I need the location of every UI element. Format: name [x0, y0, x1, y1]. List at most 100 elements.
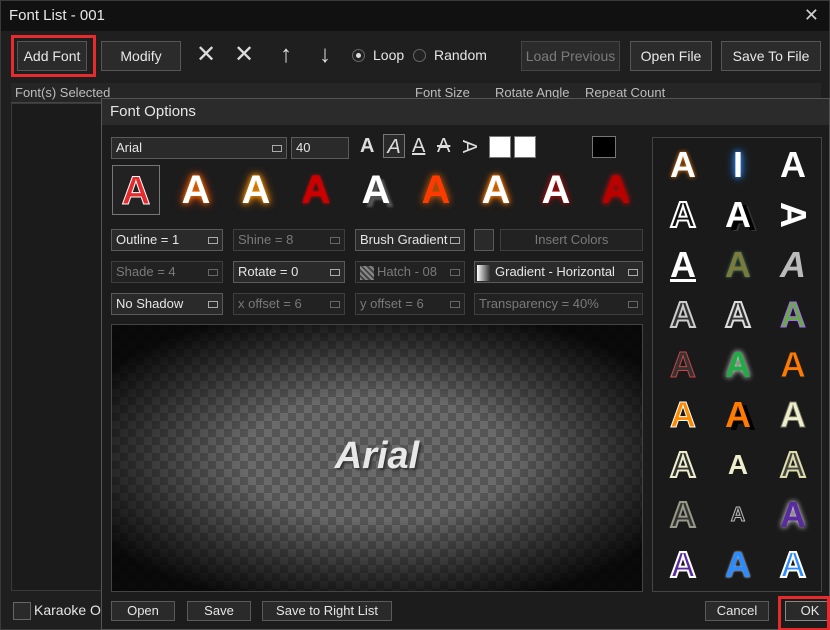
dropdown-icon: [208, 237, 218, 244]
style-item[interactable]: A: [658, 190, 708, 240]
style-item[interactable]: A: [768, 540, 818, 590]
sample-style-6[interactable]: A: [412, 165, 460, 215]
save-button[interactable]: Save: [187, 601, 251, 621]
style-item[interactable]: A: [658, 340, 708, 390]
font-name-select[interactable]: Arial: [111, 137, 287, 159]
style-item[interactable]: A: [768, 490, 818, 540]
style-item[interactable]: A: [768, 440, 818, 490]
style-item[interactable]: A: [658, 440, 708, 490]
sample-style-3[interactable]: A: [232, 165, 280, 215]
style-item[interactable]: A: [658, 290, 708, 340]
close-icon[interactable]: ✕: [804, 5, 819, 26]
dropdown-icon: [628, 269, 638, 276]
sample-style-9[interactable]: A: [592, 165, 640, 215]
style-item[interactable]: A: [658, 490, 708, 540]
bold-icon[interactable]: A: [360, 135, 374, 158]
dropdown-icon: [450, 237, 460, 244]
shadow-select[interactable]: No Shadow: [111, 293, 223, 315]
insert-colors-button[interactable]: Insert Colors: [500, 229, 643, 251]
random-radio[interactable]: [413, 49, 426, 62]
sample-style-7[interactable]: A: [472, 165, 520, 215]
sample-style-8[interactable]: A: [532, 165, 580, 215]
load-previous-button[interactable]: Load Previous: [521, 41, 620, 71]
open-button[interactable]: Open: [111, 601, 175, 621]
shine-value: Shine = 8: [238, 232, 294, 247]
style-item[interactable]: A: [658, 240, 708, 290]
save-to-file-button[interactable]: Save To File: [721, 41, 821, 71]
brush-color-swatch[interactable]: [474, 229, 494, 251]
sample-style-1[interactable]: A: [112, 165, 160, 215]
dialog-title-bar: Font Options: [102, 99, 829, 125]
style-item[interactable]: A: [713, 390, 763, 440]
title-bar: Font List - 001 ✕: [1, 1, 829, 31]
vertical-text-icon[interactable]: A: [457, 140, 480, 153]
underline-icon[interactable]: A: [412, 135, 425, 158]
karaoke-checkbox[interactable]: [13, 602, 31, 620]
style-item[interactable]: A: [713, 490, 763, 540]
style-item[interactable]: A: [713, 240, 763, 290]
gradient-select[interactable]: Gradient - Horizontal: [474, 261, 643, 283]
color-swatch-1[interactable]: [489, 136, 511, 158]
window-title: Font List - 001: [9, 7, 105, 24]
hatch-select[interactable]: Hatch - 08: [355, 261, 465, 283]
sample-style-2[interactable]: A: [172, 165, 220, 215]
transparency-select[interactable]: Transparency = 40%: [474, 293, 643, 315]
style-item[interactable]: A: [768, 240, 818, 290]
dropdown-icon: [272, 145, 282, 152]
font-size-input[interactable]: 40: [291, 137, 349, 159]
outline-select[interactable]: Outline = 1: [111, 229, 223, 251]
modify-button[interactable]: Modify: [101, 41, 181, 71]
saved-styles-list[interactable]: A I A A A A A A A A A A A A A A A A A A …: [652, 137, 822, 592]
style-item[interactable]: A: [713, 290, 763, 340]
move-up-icon[interactable]: ↑: [273, 41, 299, 69]
delete-all-icon[interactable]: ✕: [231, 41, 257, 69]
move-down-icon[interactable]: ↓: [312, 41, 338, 69]
brush-select[interactable]: Brush Gradient: [355, 229, 465, 251]
dropdown-icon: [450, 301, 460, 308]
italic-icon[interactable]: A: [383, 134, 405, 158]
style-item[interactable]: A: [768, 390, 818, 440]
dropdown-icon: [628, 301, 638, 308]
style-item[interactable]: A: [768, 290, 818, 340]
style-item[interactable]: A: [768, 190, 818, 240]
shadow-value: No Shadow: [116, 296, 184, 311]
y-offset-select[interactable]: y offset = 6: [355, 293, 465, 315]
style-item[interactable]: A: [713, 540, 763, 590]
save-to-right-list-button[interactable]: Save to Right List: [262, 601, 392, 621]
sample-style-4[interactable]: A: [292, 165, 340, 215]
style-item[interactable]: A: [713, 340, 763, 390]
style-item[interactable]: A: [658, 390, 708, 440]
dropdown-icon: [330, 301, 340, 308]
style-item[interactable]: A: [713, 440, 763, 490]
loop-radio[interactable]: [352, 49, 365, 62]
style-item[interactable]: A: [658, 140, 708, 190]
dropdown-icon: [450, 269, 460, 276]
random-label: Random: [434, 47, 487, 63]
shine-select[interactable]: Shine = 8: [233, 229, 345, 251]
delete-icon[interactable]: ✕: [193, 41, 219, 69]
sample-style-5[interactable]: A: [352, 165, 400, 215]
color-swatch-2[interactable]: [514, 136, 536, 158]
style-item[interactable]: A: [768, 340, 818, 390]
style-item[interactable]: A: [658, 540, 708, 590]
x-offset-value: x offset = 6: [238, 296, 302, 311]
x-offset-select[interactable]: x offset = 6: [233, 293, 345, 315]
style-item[interactable]: I: [713, 140, 763, 190]
style-item[interactable]: A: [768, 140, 818, 190]
cancel-button[interactable]: Cancel: [705, 601, 769, 621]
hatch-pattern-icon: [360, 265, 374, 280]
loop-label: Loop: [373, 47, 405, 63]
y-offset-value: y offset = 6: [360, 296, 424, 311]
shade-select[interactable]: Shade = 4: [111, 261, 223, 283]
rotate-select[interactable]: Rotate = 0: [233, 261, 345, 283]
color-swatch-black[interactable]: [592, 136, 616, 158]
font-preview: Arial: [111, 324, 643, 592]
preview-text: Arial: [334, 435, 420, 477]
karaoke-label: Karaoke Ov: [34, 602, 108, 618]
style-item[interactable]: A: [713, 190, 763, 240]
gradient-value: Gradient - Horizontal: [495, 264, 615, 279]
column-font-selected[interactable]: Font(s) Selected: [15, 85, 110, 100]
dropdown-icon: [330, 237, 340, 244]
open-file-button[interactable]: Open File: [630, 41, 712, 71]
strikeout-icon[interactable]: A: [437, 135, 450, 158]
